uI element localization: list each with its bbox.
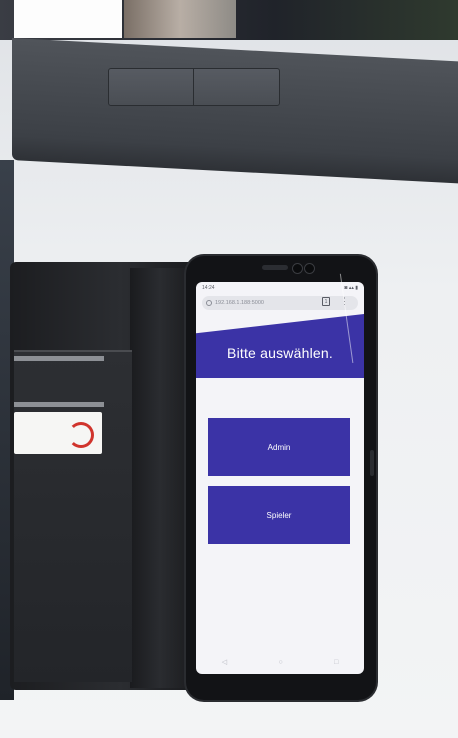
laptop-base (12, 38, 458, 184)
address-bar[interactable]: 192.168.1.188:5000 (202, 296, 358, 310)
photo-scene: 14:24 ◙ ▴▴ ▮ 192.168.1.188:5000 1 ⋮ Bitt… (0, 0, 458, 738)
phone-screen: 14:24 ◙ ▴▴ ▮ 192.168.1.188:5000 1 ⋮ Bitt… (196, 282, 364, 674)
page-header-banner: Bitte auswählen. (196, 314, 364, 378)
spieler-button[interactable]: Spieler (208, 486, 350, 544)
nav-recents-icon[interactable]: □ (334, 659, 338, 666)
info-icon[interactable] (206, 300, 212, 306)
status-bar: 14:24 ◙ ▴▴ ▮ (196, 282, 364, 294)
wallet-slot-line (14, 402, 104, 407)
url-text[interactable]: 192.168.1.188:5000 (215, 300, 264, 306)
page-title: Bitte auswählen. (227, 345, 333, 361)
nav-back-icon[interactable]: ◁ (222, 658, 227, 666)
wallet-case-spine (130, 268, 190, 688)
status-time: 14:24 (202, 285, 215, 291)
phone-camera (304, 263, 315, 274)
phone-side-key (370, 450, 374, 476)
tabs-icon[interactable]: 1 (322, 297, 330, 306)
card-in-wallet (14, 412, 102, 454)
laptop-touchpad (108, 68, 280, 106)
admin-button[interactable]: Admin (208, 418, 350, 476)
nav-home-icon[interactable]: ○ (278, 659, 282, 666)
wallet-card-pocket (14, 350, 132, 682)
phone-earpiece (262, 265, 288, 270)
phone-camera (292, 263, 303, 274)
wallet-card-logo-icon (68, 422, 94, 448)
background-desk-items (124, 0, 236, 38)
wallet-slot-line (14, 356, 104, 361)
android-nav-bar: ◁ ○ □ (196, 656, 364, 668)
paper-sheet (14, 0, 122, 38)
